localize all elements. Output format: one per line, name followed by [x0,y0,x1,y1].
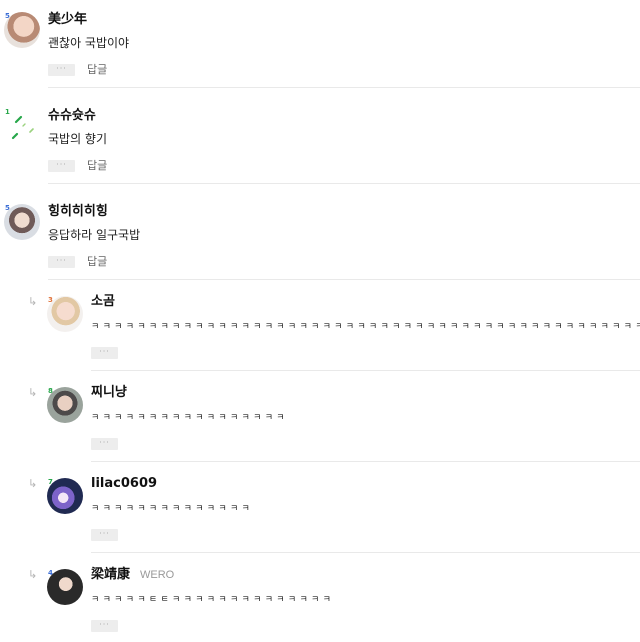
level-badge: 5 [5,204,10,212]
reply-author[interactable]: lilac0609 [91,476,157,492]
level-badge: 7 [48,478,53,486]
reply-text: ㅋㅋㅋㅋㅋㅋㅋㅋㅋㅋㅋㅋㅋㅋㅋㅋㅋ [91,413,288,423]
comment-item: 5 힝히히히힝 응답하라 일구국밥 ··· 답글 [0,192,640,288]
more-options-button[interactable]: ··· [91,438,118,450]
reply-author-name[interactable]: 梁靖康 [91,567,130,582]
author-tag: WERO [140,569,175,581]
comment-text: 국밥의 향기 [48,132,108,146]
comment-text: 괜찮아 국밥이야 [48,36,130,50]
more-options-button[interactable]: ··· [48,64,75,76]
level-badge: 1 [5,108,10,116]
divider [91,370,640,371]
reply-item: ↳ 3 소곰 ㅋㅋㅋㅋㅋㅋㅋㅋㅋㅋㅋㅋㅋㅋㅋㅋㅋㅋㅋㅋㅋㅋㅋㅋㅋㅋㅋㅋㅋㅋㅋㅋㅋ… [0,288,640,379]
reply-text: ㅋㅋㅋㅋㅋㅋㅋㅋㅋㅋㅋㅋㅋㅋㅋㅋㅋㅋㅋㅋㅋㅋㅋㅋㅋㅋㅋㅋㅋㅋㅋㅋㅋㅋㅋㅋㅋㅋㅋㅋ… [91,322,640,332]
reply-author[interactable]: 찌니냥 [91,385,127,401]
more-options-button[interactable]: ··· [91,620,118,632]
divider [48,87,640,88]
reply-button[interactable]: 답글 [87,256,107,268]
reply-arrow-icon: ↳ [28,477,38,490]
comment-thread: 5 美少年 괜찮아 국밥이야 ··· 답글 1 슈슈슛슈 국밥의 향기 ··· … [0,0,640,642]
level-badge: 5 [5,12,10,20]
level-badge: 3 [48,296,53,304]
divider [48,279,640,280]
reply-arrow-icon: ↳ [28,568,38,581]
reply-item: ↳ 7 lilac0609 ㅋㅋㅋㅋㅋㅋㅋㅋㅋㅋㅋㅋㅋㅋ ··· [0,470,640,561]
reply-button[interactable]: 답글 [87,160,107,172]
comment-item: 1 슈슈슛슈 국밥의 향기 ··· 답글 [0,96,640,192]
reply-button[interactable]: 답글 [87,64,107,76]
reply-item: ↳ 4 梁靖康 WERO ㅋㅋㅋㅋㅋㅌㅌㅋㅋㅋㅋㅋㅋㅋㅋㅋㅋㅋㅋㅋㅋ ··· [0,561,640,642]
more-options-button[interactable]: ··· [48,256,75,268]
more-options-button[interactable]: ··· [91,529,118,541]
reply-text: ㅋㅋㅋㅋㅋㅋㅋㅋㅋㅋㅋㅋㅋㅋ [91,504,254,514]
reply-author: 梁靖康 WERO [91,567,174,583]
level-badge: 8 [48,387,53,395]
reply-arrow-icon: ↳ [28,386,38,399]
divider [91,552,640,553]
divider [48,183,640,184]
comment-author[interactable]: 슈슈슛슈 [48,108,96,124]
comment-author[interactable]: 美少年 [48,12,87,28]
divider [91,461,640,462]
comment-text: 응답하라 일구국밥 [48,228,141,242]
reply-text: ㅋㅋㅋㅋㅋㅌㅌㅋㅋㅋㅋㅋㅋㅋㅋㅋㅋㅋㅋㅋㅋ [91,595,335,605]
comment-author[interactable]: 힝히히히힝 [48,204,108,220]
more-options-button[interactable]: ··· [91,347,118,359]
reply-arrow-icon: ↳ [28,295,38,308]
more-options-button[interactable]: ··· [48,160,75,172]
reply-item: ↳ 8 찌니냥 ㅋㅋㅋㅋㅋㅋㅋㅋㅋㅋㅋㅋㅋㅋㅋㅋㅋ ··· [0,379,640,470]
comment-item: 5 美少年 괜찮아 국밥이야 ··· 답글 [0,0,640,96]
level-badge: 4 [48,569,53,577]
reply-author[interactable]: 소곰 [91,294,115,310]
